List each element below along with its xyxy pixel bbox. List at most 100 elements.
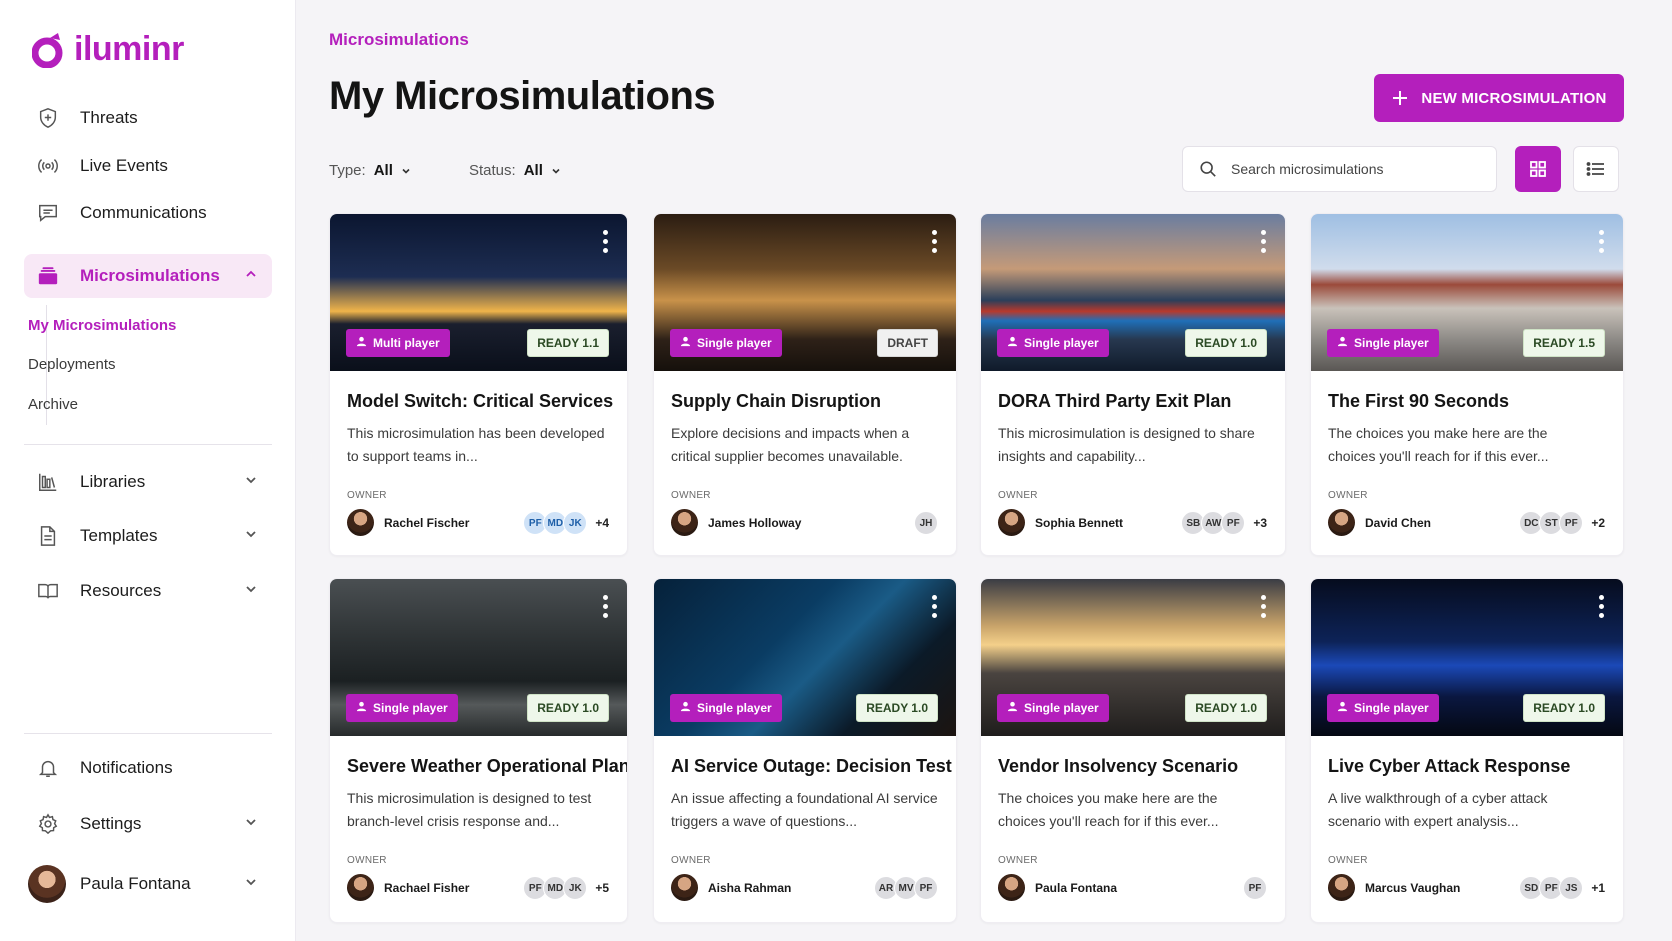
collaborators: SD PF JS +1 bbox=[1519, 876, 1605, 900]
status-filter[interactable]: Status: All bbox=[469, 162, 561, 179]
owner-label: OWNER bbox=[998, 490, 1038, 501]
microsimulation-card[interactable]: Single player READY 1.0 AI Service Outag… bbox=[653, 578, 957, 923]
sidebar-item-label: Live Events bbox=[80, 156, 168, 175]
player-mode-label: Single player bbox=[1354, 336, 1429, 350]
sidebar-item-notifications[interactable]: Notifications bbox=[24, 746, 272, 790]
card-thumbnail: Single player READY 1.0 bbox=[330, 579, 627, 736]
owner: Sophia Bennett bbox=[998, 509, 1123, 536]
chevron-down-icon bbox=[244, 527, 258, 546]
sidebar-item-templates[interactable]: Templates bbox=[24, 514, 272, 558]
grid-view-button[interactable] bbox=[1515, 146, 1561, 192]
sidebar-item-label: Threats bbox=[80, 108, 138, 127]
status-filter-label: Status: bbox=[469, 162, 516, 179]
more-options-icon[interactable] bbox=[1261, 595, 1267, 621]
card-thumbnail: Multi player READY 1.1 bbox=[330, 214, 627, 371]
player-mode-label: Multi player bbox=[373, 336, 440, 350]
microsimulation-card[interactable]: Single player READY 1.0 Live Cyber Attac… bbox=[1310, 578, 1624, 923]
card-title: Model Switch: Critical Services bbox=[347, 391, 614, 411]
sidebar-item-resources[interactable]: Resources bbox=[24, 569, 272, 613]
owner: Paula Fontana bbox=[998, 874, 1117, 901]
player-mode-badge: Multi player bbox=[346, 329, 450, 357]
new-button-label: NEW MICROSIMULATION bbox=[1421, 89, 1607, 107]
status-badge: READY 1.1 bbox=[527, 329, 609, 357]
chevron-up-icon bbox=[244, 267, 258, 286]
player-mode-label: Single player bbox=[697, 336, 772, 350]
owner-avatar bbox=[347, 509, 374, 536]
owner-avatar bbox=[998, 874, 1025, 901]
microsimulation-card[interactable]: Single player READY 1.0 DORA Third Party… bbox=[980, 213, 1286, 556]
sidebar-item-microsimulations[interactable]: Microsimulations bbox=[24, 254, 272, 298]
type-filter[interactable]: Type: All bbox=[329, 162, 411, 179]
status-badge: READY 1.0 bbox=[1185, 694, 1267, 722]
sidebar-item-communications[interactable]: Communications bbox=[24, 191, 272, 235]
iluminr-logo-icon bbox=[32, 32, 63, 68]
owner-name: Aisha Rahman bbox=[708, 880, 792, 895]
bell-icon bbox=[36, 756, 60, 780]
card-title: The First 90 Seconds bbox=[1328, 391, 1510, 411]
sidebar-item-threats[interactable]: Threats bbox=[24, 96, 272, 140]
card-thumbnail: Single player READY 1.0 bbox=[981, 579, 1285, 736]
microsimulation-card[interactable]: Single player READY 1.0 Severe Weather O… bbox=[329, 578, 628, 923]
page-title: My Microsimulations bbox=[329, 74, 716, 118]
card-description: The choices you make here are the choice… bbox=[1328, 425, 1549, 464]
more-options-icon[interactable] bbox=[932, 595, 938, 621]
collaborator-avatar: JH bbox=[914, 511, 938, 535]
search-input[interactable] bbox=[1231, 161, 1471, 177]
more-collaborators-count: +3 bbox=[1253, 516, 1267, 530]
player-mode-label: Single player bbox=[373, 701, 448, 715]
collaborators: PF MD JK +4 bbox=[523, 511, 609, 535]
owner-label: OWNER bbox=[671, 490, 711, 501]
more-options-icon[interactable] bbox=[603, 230, 609, 256]
card-title: Vendor Insolvency Scenario bbox=[998, 756, 1239, 776]
microsimulation-card[interactable]: Single player READY 1.5 The First 90 Sec… bbox=[1310, 213, 1624, 556]
app-name: iluminr bbox=[74, 30, 184, 68]
owner-avatar bbox=[347, 874, 374, 901]
more-collaborators-count: +2 bbox=[1591, 516, 1605, 530]
more-options-icon[interactable] bbox=[932, 230, 938, 256]
microsimulation-card[interactable]: Single player READY 1.0 Vendor Insolvenc… bbox=[980, 578, 1286, 923]
card-description: This microsimulation is designed to shar… bbox=[998, 425, 1255, 464]
user-avatar bbox=[28, 865, 66, 903]
user-menu[interactable]: Paula Fontana bbox=[24, 862, 272, 906]
more-options-icon[interactable] bbox=[1599, 595, 1605, 621]
owner: Marcus Vaughan bbox=[1328, 874, 1460, 901]
sidebar-subitem-deployments[interactable]: Deployments bbox=[28, 356, 116, 373]
owner: Rachel Fischer bbox=[347, 509, 469, 536]
card-thumbnail: Single player READY 1.0 bbox=[654, 579, 956, 736]
owner: Aisha Rahman bbox=[671, 874, 791, 901]
more-options-icon[interactable] bbox=[1261, 230, 1267, 256]
more-options-icon[interactable] bbox=[1599, 230, 1605, 256]
breadcrumb[interactable]: Microsimulations bbox=[329, 30, 469, 50]
app-logo[interactable]: iluminr bbox=[32, 30, 184, 69]
collaborators: PF bbox=[1243, 876, 1267, 900]
sidebar-item-label: Libraries bbox=[80, 472, 146, 491]
sidebar-subitem-archive[interactable]: Archive bbox=[28, 396, 78, 413]
sidebar-subitem-my-microsimulations[interactable]: My Microsimulations bbox=[28, 317, 176, 334]
player-mode-label: Single player bbox=[1354, 701, 1429, 715]
sidebar-divider bbox=[24, 444, 272, 445]
status-badge: READY 1.5 bbox=[1523, 329, 1605, 357]
microsimulation-card[interactable]: Single player DRAFT Supply Chain Disrupt… bbox=[653, 213, 957, 556]
shield-icon bbox=[36, 106, 60, 130]
player-mode-badge: Single player bbox=[1327, 694, 1439, 722]
sidebar-item-libraries[interactable]: Libraries bbox=[24, 460, 272, 504]
chevron-down-icon bbox=[552, 168, 560, 174]
player-mode-label: Single player bbox=[1024, 336, 1099, 350]
status-badge: READY 1.0 bbox=[1185, 329, 1267, 357]
chevron-down-icon bbox=[244, 473, 258, 492]
sidebar-item-live-events[interactable]: Live Events bbox=[24, 144, 272, 188]
microsimulation-card[interactable]: Multi player READY 1.1 Model Switch: Cri… bbox=[329, 213, 628, 556]
search-box bbox=[1182, 146, 1497, 192]
owner-avatar bbox=[1328, 509, 1355, 536]
status-badge: DRAFT bbox=[877, 329, 938, 357]
sidebar-item-settings[interactable]: Settings bbox=[24, 802, 272, 846]
chevron-down-icon bbox=[244, 875, 258, 894]
collaborator-avatar: JK bbox=[563, 511, 588, 535]
more-options-icon[interactable] bbox=[603, 595, 609, 621]
owner-avatar bbox=[671, 509, 698, 536]
sidebar-item-label: Templates bbox=[80, 526, 158, 545]
new-microsimulation-button[interactable]: NEW MICROSIMULATION bbox=[1374, 74, 1624, 122]
list-view-button[interactable] bbox=[1573, 146, 1619, 192]
owner-label: OWNER bbox=[671, 855, 711, 866]
more-collaborators-count: +5 bbox=[595, 881, 609, 895]
